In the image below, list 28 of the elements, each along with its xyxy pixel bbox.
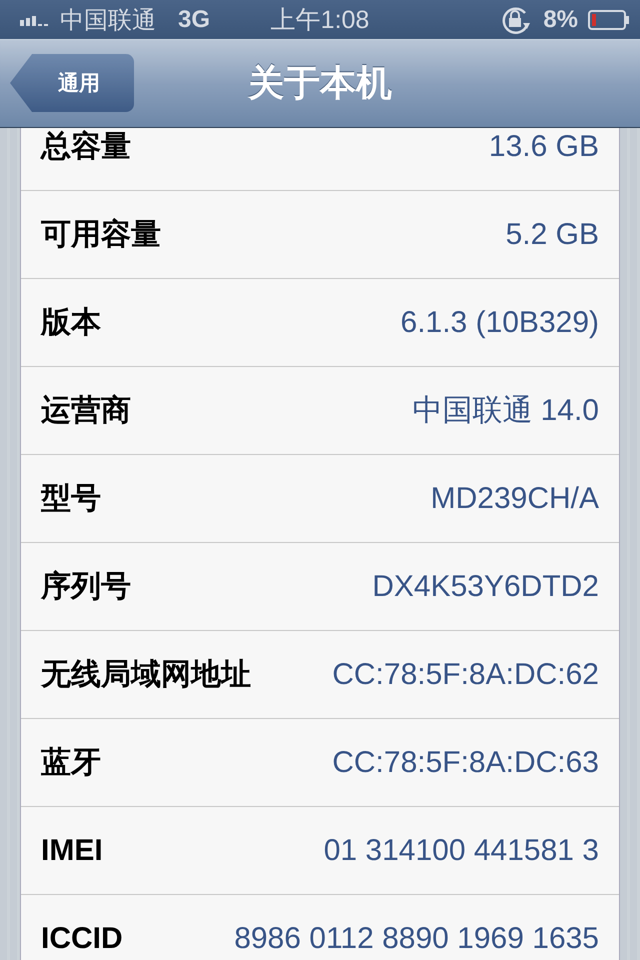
row-value: 13.6 GB (488, 130, 599, 164)
status-time: 上午1:08 (270, 5, 370, 36)
carrier-name: 中国联通 (60, 6, 156, 36)
row-value: CC:78:5F:8A:DC:63 (332, 746, 599, 780)
row-value: DX4K53Y6DTD2 (372, 570, 599, 604)
back-button[interactable]: 通用 (10, 54, 134, 112)
row-value: 中国联通 14.0 (412, 393, 599, 429)
page-title: 关于本机 (248, 61, 392, 105)
row-label: ICCID (41, 922, 123, 956)
row-value: CC:78:5F:8A:DC:62 (332, 658, 599, 692)
row-label: 总容量 (41, 129, 131, 165)
row-label: 运营商 (41, 393, 131, 429)
row-value: 8986 0112 8890 1969 1635 (234, 922, 599, 956)
battery-icon (588, 10, 630, 30)
row-value: 5.2 GB (506, 218, 599, 252)
network-type: 3G (178, 6, 210, 34)
row-value: 6.1.3 (10B329) (400, 306, 599, 340)
row-label: 型号 (41, 481, 101, 517)
row-label: 蓝牙 (41, 745, 101, 781)
row-label: 序列号 (41, 569, 131, 605)
battery-percent: 8% (543, 6, 578, 34)
row-value: MD239CH/A (430, 482, 599, 516)
row-label: 版本 (41, 305, 101, 341)
row-label: IMEI (41, 834, 103, 868)
signal-icon (20, 14, 50, 26)
row-label: 无线局域网地址 (41, 657, 251, 693)
row-value: 01 314100 441581 3 (324, 834, 599, 868)
row-label: 可用容量 (41, 217, 161, 253)
